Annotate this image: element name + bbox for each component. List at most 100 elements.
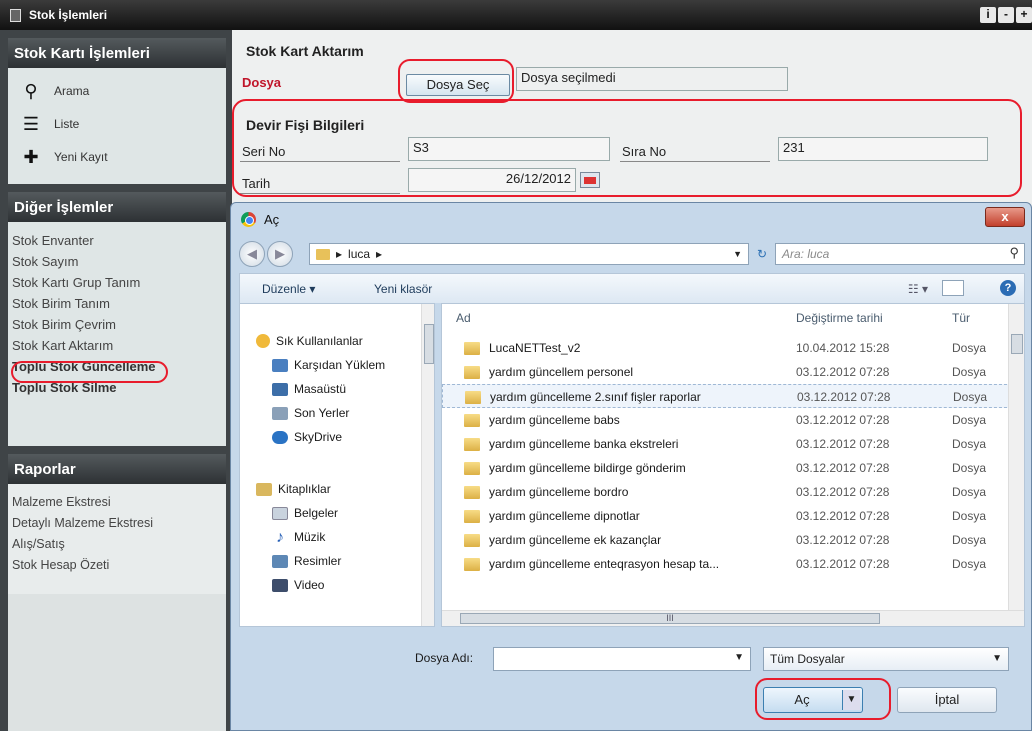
file-date: 10.04.2012 15:28 (796, 341, 890, 355)
sidebar-item-detayli-ekstre[interactable]: Detaylı Malzeme Ekstresi (8, 513, 226, 534)
file-row[interactable]: LucaNETTest_v2 10.04.2012 15:28 Dosya (442, 336, 1012, 360)
back-icon[interactable]: ◀ (239, 241, 265, 267)
file-row[interactable]: yardım güncelleme enteqrasyon hesap ta..… (442, 552, 1012, 576)
sidebar-item-yeni-kayit[interactable]: ✚ Yeni Kayıt (8, 140, 226, 173)
column-name[interactable]: Ad (456, 304, 471, 332)
sidebar-highlight (11, 361, 168, 383)
window-controls: i - + (980, 7, 1032, 23)
sidebar-item-label: Arama (54, 83, 90, 98)
nav-item-label: Video (294, 578, 325, 592)
column-type[interactable]: Tür (952, 304, 970, 332)
folder-icon (464, 365, 480, 379)
nav-item-libraries[interactable]: Kitaplıklar (256, 478, 331, 500)
file-row[interactable]: yardım güncelleme bordro 03.12.2012 07:2… (442, 480, 1012, 504)
nav-item-desktop[interactable]: Masaüstü (272, 378, 346, 400)
file-row[interactable]: yardım güncelleme banka ekstreleri 03.12… (442, 432, 1012, 456)
file-list: Ad Değiştirme tarihi Tür LucaNETTest_v2 … (441, 303, 1025, 627)
new-folder-button[interactable]: Yeni klasör (374, 274, 432, 304)
sidebar-item-stok-sayim[interactable]: Stok Sayım (8, 251, 226, 272)
sidebar-item-grup-tanim[interactable]: Stok Kartı Grup Tanım (8, 272, 226, 293)
file-row-selected[interactable]: yardım güncelleme 2.sınıf fişler raporla… (442, 384, 1012, 408)
sidebar-item-alis-satis[interactable]: Alış/Satış (8, 534, 226, 555)
filetype-select[interactable]: Tüm Dosyalar ▼ (763, 647, 1009, 671)
filename-label: Dosya Adı: (415, 651, 474, 665)
minimize-button[interactable]: - (998, 7, 1014, 23)
nav-scrollbar[interactable] (421, 304, 434, 626)
file-name: LucaNETTest_v2 (489, 341, 581, 355)
file-row[interactable]: yardım güncelleme dipnotlar 03.12.2012 0… (442, 504, 1012, 528)
nav-item-label: Masaüstü (294, 382, 347, 396)
refresh-icon[interactable]: ↻ (751, 243, 773, 265)
dialog-footer: Dosya Adı: ▼ Tüm Dosyalar ▼ Aç ▼ İptal (231, 635, 1031, 731)
nav-item-video[interactable]: Video (272, 574, 324, 596)
nav-item-music[interactable]: ♪ Müzik (272, 526, 325, 548)
cancel-button[interactable]: İptal (897, 687, 997, 713)
scroll-thumb[interactable] (1011, 334, 1023, 354)
dosya-label: Dosya (242, 75, 282, 90)
file-name: yardım güncelleme 2.sınıf fişler raporla… (490, 390, 701, 404)
help-icon[interactable]: ? (1000, 280, 1016, 296)
nav-item-label: Kitaplıklar (278, 482, 331, 496)
folder-icon (465, 390, 481, 404)
address-bar[interactable]: ▸ luca ▸ ▼ (309, 243, 749, 265)
file-horizontal-scrollbar[interactable]: III (442, 610, 1024, 626)
file-date: 03.12.2012 07:28 (797, 390, 891, 404)
sidebar-item-birim-tanim[interactable]: Stok Birim Tanım (8, 293, 226, 314)
folder-icon (464, 341, 480, 355)
sidebar-item-liste[interactable]: ☰ Liste (8, 107, 226, 140)
skydrive-icon (272, 430, 288, 444)
chrome-icon (241, 211, 256, 227)
preview-pane-icon[interactable] (942, 280, 964, 296)
filename-input[interactable]: ▼ (493, 647, 751, 671)
devir-highlight (232, 99, 1022, 197)
sidebar-item-birim-cevrim[interactable]: Stok Birim Çevrim (8, 314, 226, 335)
nav-item-skydrive[interactable]: SkyDrive (272, 426, 342, 448)
file-vertical-scrollbar[interactable] (1008, 304, 1024, 610)
new-record-icon: ✚ (23, 146, 39, 167)
file-date: 03.12.2012 07:28 (796, 461, 890, 475)
view-icon[interactable]: ☷ ▾ (908, 274, 928, 304)
info-button[interactable]: i (980, 7, 996, 23)
forward-icon[interactable]: ▶ (267, 241, 293, 267)
close-icon[interactable]: x (985, 207, 1025, 227)
video-icon (272, 578, 288, 592)
search-icon: ⚲ (1009, 245, 1019, 260)
sidebar-item-malzeme-ekstresi[interactable]: Malzeme Ekstresi (8, 492, 226, 513)
column-date[interactable]: Değiştirme tarihi (796, 304, 883, 332)
file-type: Dosya (952, 413, 987, 427)
nav-item-downloads[interactable]: Karşıdan Yüklem (272, 354, 385, 376)
nav-item-label: Son Yerler (294, 406, 350, 420)
organize-button[interactable]: Düzenle ▾ (262, 274, 315, 304)
scroll-thumb[interactable]: III (460, 613, 880, 624)
nav-item-favorites[interactable]: Sık Kullanılanlar (256, 330, 363, 352)
chevron-down-icon[interactable]: ▼ (733, 244, 742, 264)
nav-item-documents[interactable]: Belgeler (272, 502, 338, 524)
file-row[interactable]: yardım güncelleme babs 03.12.2012 07:28 … (442, 408, 1012, 432)
navigation-bar: ◀ ▶ ▸ luca ▸ ▼ ↻ Ara: luca ⚲ (239, 241, 1025, 267)
scroll-thumb[interactable] (424, 324, 434, 364)
file-row[interactable]: yardım güncelleme bildirge gönderim 03.1… (442, 456, 1012, 480)
nav-item-label: Müzik (294, 530, 326, 544)
file-row[interactable]: yardım güncellem personel 03.12.2012 07:… (442, 360, 1012, 384)
file-name: yardım güncelleme bildirge gönderim (489, 461, 686, 475)
file-name: yardım güncelleme dipnotlar (489, 509, 640, 523)
section-title-diger: Diğer İşlemler (8, 192, 226, 222)
file-name: yardım güncellem personel (489, 365, 634, 379)
stok-karti-panel: ⚲ Arama ☰ Liste ✚ Yeni Kayıt (8, 68, 226, 184)
sidebar-item-hesap-ozeti[interactable]: Stok Hesap Özeti (8, 555, 226, 576)
search-icon: ⚲ (24, 80, 38, 101)
file-row[interactable]: yardım güncelleme ek kazançlar 03.12.201… (442, 528, 1012, 552)
chevron-down-icon[interactable]: ▼ (734, 652, 744, 663)
nav-item-recent[interactable]: Son Yerler (272, 402, 349, 424)
search-input[interactable]: Ara: luca (775, 243, 1025, 265)
file-type: Dosya (953, 390, 988, 404)
recent-places-icon (272, 406, 288, 420)
sidebar-item-stok-envanter[interactable]: Stok Envanter (8, 230, 226, 251)
sidebar-item-kart-aktarim[interactable]: Stok Kart Aktarım (8, 335, 226, 356)
maximize-button[interactable]: + (1016, 7, 1032, 23)
file-date: 03.12.2012 07:28 (796, 509, 890, 523)
nav-item-pictures[interactable]: Resimler (272, 550, 341, 572)
sidebar-item-arama[interactable]: ⚲ Arama (8, 74, 226, 107)
file-type: Dosya (952, 485, 987, 499)
folder-icon (464, 413, 480, 427)
